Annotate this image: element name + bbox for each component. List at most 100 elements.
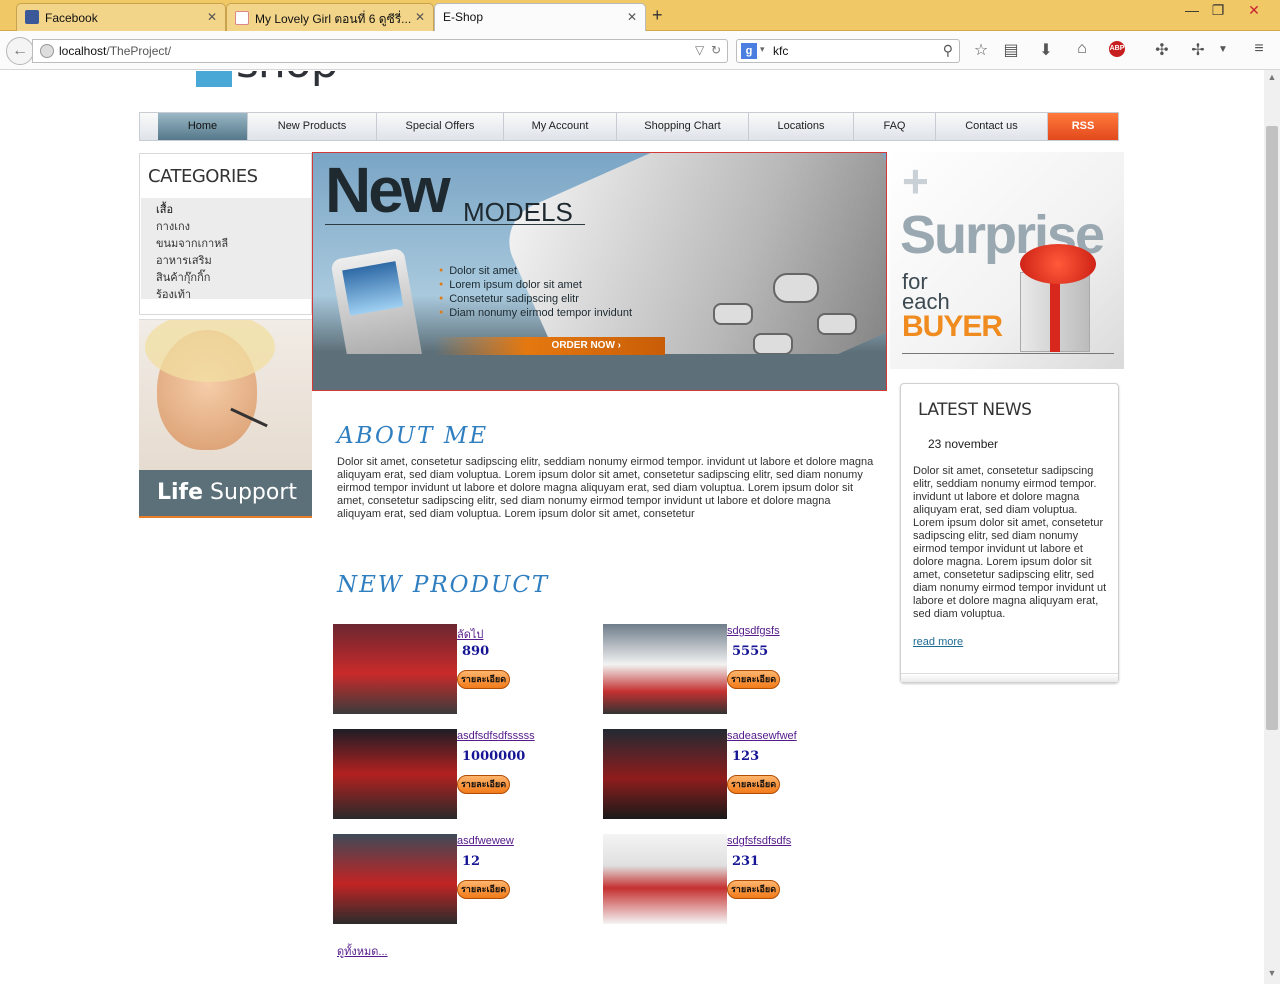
product-name-link[interactable]: sdgsdfgsfs — [727, 625, 780, 637]
menu-rss[interactable]: RSS — [1048, 113, 1118, 140]
hero-bullet-list: Dolor sit amet Lorem ipsum dolor sit ame… — [439, 264, 632, 320]
menu-label: FAQ — [883, 120, 906, 132]
reload-icon[interactable]: ▽ ↻ — [695, 43, 721, 57]
addon-icon[interactable]: ✢ — [1186, 40, 1210, 60]
phone-key — [817, 313, 857, 335]
product-image[interactable] — [333, 624, 457, 714]
address-bar[interactable]: localhost/TheProject/ ▽ ↻ — [32, 39, 728, 63]
details-button[interactable]: รายละเอียด — [457, 670, 510, 689]
order-now-button[interactable]: ORDER NOW › — [435, 337, 665, 355]
product-card: sdgsdfgsfs 5555 รายละเอียด — [603, 624, 863, 716]
product-image[interactable] — [603, 834, 727, 924]
menu-label: Shopping Chart — [644, 120, 721, 132]
main-menu: Home New Products Special Offers My Acco… — [139, 112, 1119, 141]
latest-news-box: LATEST NEWS 23 november Dolor sit amet, … — [900, 383, 1119, 683]
menu-label: Home — [187, 120, 218, 132]
phone-screen — [342, 261, 404, 316]
product-price: 5555 — [732, 644, 769, 659]
product-name-link[interactable]: asdfsdfsdfsssss — [457, 730, 535, 742]
product-name-link[interactable]: asdfwewew — [457, 835, 514, 847]
menu-faq[interactable]: FAQ — [854, 113, 936, 140]
tab-eshop[interactable]: E-Shop ✕ — [434, 3, 646, 31]
close-icon[interactable]: ✕ — [207, 10, 217, 24]
search-icon[interactable]: ⚲ — [943, 42, 953, 59]
tab-label: My Lovely Girl ตอนที่ 6 ดูซีรี่... — [255, 12, 412, 26]
hero-bottom-band — [313, 354, 886, 390]
view-all-link[interactable]: ดูทั้งหมด... — [337, 942, 388, 960]
scroll-down-icon[interactable]: ▼ — [1264, 968, 1280, 978]
bookmark-star-icon[interactable]: ☆ — [969, 40, 993, 60]
chevron-down-icon[interactable]: ▼ — [1211, 44, 1235, 55]
site-logo[interactable]: shop — [196, 71, 356, 91]
details-button[interactable]: รายละเอียด — [727, 775, 780, 794]
vertical-scrollbar[interactable]: ▲ ▼ — [1264, 70, 1280, 984]
chevron-down-icon[interactable]: ▾ — [760, 44, 765, 55]
menu-home[interactable]: Home — [158, 113, 248, 140]
scrollbar-thumb[interactable] — [1266, 126, 1278, 730]
read-more-link[interactable]: read more — [913, 636, 963, 648]
scroll-up-icon[interactable]: ▲ — [1264, 72, 1280, 82]
new-tab-icon[interactable]: + — [652, 5, 663, 26]
life-support-banner[interactable]: Life Support — [139, 319, 312, 518]
menu-shopping-chart[interactable]: Shopping Chart — [617, 113, 749, 140]
product-image[interactable] — [603, 624, 727, 714]
menu-special-offers[interactable]: Special Offers — [377, 113, 504, 140]
home-icon[interactable]: ⌂ — [1070, 40, 1094, 58]
category-item[interactable]: กางเกง — [156, 219, 311, 236]
phone-key — [753, 333, 793, 355]
minimize-icon[interactable]: — — [1178, 2, 1206, 18]
close-icon[interactable]: ✕ — [415, 10, 425, 24]
extension-icon[interactable]: ✣ — [1150, 40, 1174, 60]
product-card: asdfsdfsdfsssss 1000000 รายละเอียด — [333, 729, 593, 821]
close-icon[interactable]: ✕ — [627, 10, 637, 24]
details-button[interactable]: รายละเอียด — [457, 775, 510, 794]
category-item[interactable]: เสื้อ — [156, 202, 311, 219]
details-button[interactable]: รายละเอียด — [727, 880, 780, 899]
window-close-icon[interactable]: ✕ — [1240, 2, 1268, 19]
search-input[interactable]: g ▾ kfc ⚲ — [736, 39, 960, 63]
download-icon[interactable]: ⬇ — [1034, 40, 1058, 60]
category-item[interactable]: สินค้ากุ๊กกิ๊ก — [156, 270, 311, 287]
support-label-rest: Support — [203, 480, 298, 505]
menu-locations[interactable]: Locations — [749, 113, 854, 140]
tab-facebook[interactable]: Facebook ✕ — [16, 3, 226, 31]
restore-icon[interactable]: ❐ — [1204, 2, 1232, 19]
details-button[interactable]: รายละเอียด — [457, 880, 510, 899]
product-card: sadeasewfwef 123 รายละเอียด — [603, 729, 863, 821]
url-path: /TheProject/ — [106, 44, 172, 58]
search-value: kfc — [773, 44, 789, 58]
menu-label: Special Offers — [405, 120, 475, 132]
tab-label: E-Shop — [443, 10, 484, 24]
surprise-promo-banner[interactable]: + Surprise for each BUYER — [890, 152, 1124, 369]
new-product-title: NEW PRODUCT — [337, 572, 550, 598]
back-arrow-icon[interactable]: ← — [6, 37, 34, 65]
menu-icon[interactable]: ≡ — [1247, 40, 1271, 58]
hero-divider — [325, 224, 585, 225]
tab-label: Facebook — [45, 11, 98, 25]
menu-label: Locations — [777, 120, 825, 132]
facebook-icon — [25, 10, 39, 24]
news-date: 23 november — [928, 437, 999, 451]
category-item[interactable]: ร้องเท้า — [156, 287, 311, 304]
product-image[interactable] — [603, 729, 727, 819]
adblock-icon[interactable]: ABP — [1109, 41, 1125, 57]
menu-contact-us[interactable]: Contact us — [936, 113, 1048, 140]
product-name-link[interactable]: sadeasewfwef — [727, 730, 797, 742]
details-button[interactable]: รายละเอียด — [727, 670, 780, 689]
product-name-link[interactable]: sdgfsfsdfsdfs — [727, 835, 791, 847]
category-item[interactable]: ขนมจากเกาหลี — [156, 236, 311, 253]
product-image[interactable] — [333, 834, 457, 924]
hero-banner[interactable]: New MODELS Dolor sit amet Lorem ipsum do… — [312, 152, 887, 391]
logo-mark — [196, 71, 232, 87]
google-icon[interactable]: g — [741, 43, 757, 59]
tab-my-lovely-girl[interactable]: My Lovely Girl ตอนที่ 6 ดูซีรี่... ✕ — [226, 3, 434, 31]
menu-new-products[interactable]: New Products — [248, 113, 377, 140]
product-name-link[interactable]: ลัดไป — [457, 625, 483, 643]
gift-bow — [1020, 244, 1096, 284]
menu-my-account[interactable]: My Account — [504, 113, 617, 140]
category-item[interactable]: อาหารเสริม — [156, 253, 311, 270]
product-card: ลัดไป 890 รายละเอียด — [333, 624, 593, 716]
support-label-bold: Life — [157, 480, 204, 505]
product-image[interactable] — [333, 729, 457, 819]
reading-list-icon[interactable]: ▤ — [999, 40, 1023, 60]
